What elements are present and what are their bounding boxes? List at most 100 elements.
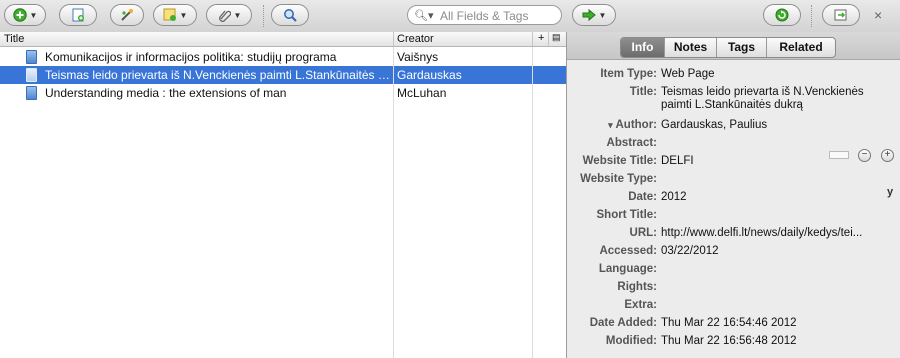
field-label: Title:: [629, 86, 657, 98]
sync-icon: [775, 8, 789, 22]
field-url: URL: http://www.delfi.lt/news/daily/kedy…: [567, 224, 900, 242]
field-value[interactable]: 2012: [661, 191, 687, 203]
document-icon: [26, 50, 37, 64]
row-creator: Vaišnys: [397, 50, 439, 64]
column-gridline: [532, 47, 533, 358]
toolbar-separator: [263, 5, 265, 27]
new-note-button[interactable]: ▼: [153, 4, 197, 26]
table-row[interactable]: Komunikacijos ir informacijos politika: …: [0, 48, 566, 66]
search-field[interactable]: 🔍︎▾: [407, 5, 562, 25]
item-info-pane: Info Notes Tags Related Item Type: Web P…: [566, 32, 900, 358]
field-date-added: Date Added: Thu Mar 22 16:54:46 2012: [567, 314, 900, 332]
add-by-identifier-button[interactable]: [110, 4, 144, 26]
author-label: Author:: [615, 119, 657, 131]
field-value: Thu Mar 22 16:56:48 2012: [661, 335, 797, 347]
chevron-down-icon[interactable]: ▾: [608, 120, 613, 130]
field-website-type: Website Type:: [567, 170, 900, 188]
chevron-down-icon: ▼: [233, 10, 242, 20]
tab-group: Info Notes Tags Related: [620, 37, 836, 58]
field-website-title: Website Title: DELFI: [567, 152, 900, 170]
field-date: Date: 2012: [567, 188, 900, 206]
field-label: Short Title:: [596, 209, 657, 221]
column-divider: [548, 32, 549, 46]
items-column-header: Title Creator + ▤: [0, 32, 566, 47]
row-title: Komunikacijos ir informacijos politika: …: [45, 50, 337, 64]
tab-info[interactable]: Info: [621, 38, 665, 57]
column-title[interactable]: Title: [4, 33, 24, 45]
field-label: Item Type:: [600, 68, 657, 80]
green-arrow-icon: [582, 8, 596, 22]
field-language: Language:: [567, 260, 900, 278]
field-label: Date:: [628, 191, 657, 203]
search-input[interactable]: [438, 8, 562, 24]
items-pane: Title Creator + ▤ Komunikacijos ir infor…: [0, 32, 566, 358]
field-label: Language:: [598, 263, 657, 275]
tab-tags[interactable]: Tags: [717, 38, 767, 57]
column-divider: [393, 32, 394, 46]
field-label: Website Title:: [582, 155, 657, 167]
field-modified: Modified: Thu Mar 22 16:56:48 2012: [567, 332, 900, 350]
add-column-button[interactable]: +: [538, 32, 544, 44]
field-value[interactable]: http://www.delfi.lt/news/daily/kedys/tei…: [661, 227, 862, 239]
row-creator: McLuhan: [397, 86, 447, 100]
close-pane-button[interactable]: ×: [874, 7, 882, 23]
field-label[interactable]: ▾ Author:: [608, 119, 657, 131]
new-item-button[interactable]: [59, 4, 97, 26]
field-value: Thu Mar 22 16:54:46 2012: [661, 317, 797, 329]
sync-button[interactable]: [763, 4, 801, 26]
date-format-indicator: y: [887, 186, 894, 198]
toolbar: ▼ ▼ ▼ 🔍︎▾ ▼: [0, 0, 900, 33]
field-accessed: Accessed: 03/22/2012: [567, 242, 900, 260]
field-value[interactable]: 03/22/2012: [661, 245, 719, 257]
field-label: Extra:: [624, 299, 657, 311]
attach-button[interactable]: ▼: [206, 4, 252, 26]
field-label: Modified:: [605, 335, 657, 347]
column-creator[interactable]: Creator: [397, 33, 434, 45]
field-short-title: Short Title:: [567, 206, 900, 224]
field-label: Date Added:: [589, 317, 657, 329]
field-label: Website Type:: [580, 173, 657, 185]
tab-related[interactable]: Related: [767, 38, 835, 57]
chevron-down-icon: ▼: [29, 10, 38, 20]
row-creator: Gardauskas: [397, 68, 462, 82]
field-item-type: Item Type: Web Page: [567, 65, 900, 83]
tab-notes[interactable]: Notes: [665, 38, 717, 57]
paperclip-icon: [217, 8, 231, 22]
search-icon[interactable]: 🔍︎▾: [414, 9, 434, 22]
row-title: Teismas leido prievarta iš N.Venckienės …: [45, 68, 390, 82]
chevron-down-icon: ▼: [598, 10, 607, 20]
new-item-page-icon: [71, 8, 85, 22]
field-extra: Extra:: [567, 296, 900, 314]
go-button[interactable]: ▼: [572, 4, 616, 26]
field-value[interactable]: Teismas leido prievarta iš N.Venckienės …: [661, 86, 891, 112]
webpage-icon: [26, 68, 37, 82]
field-value[interactable]: DELFI: [661, 155, 694, 167]
field-title: Title: Teismas leido prievarta iš N.Venc…: [567, 83, 900, 115]
field-value[interactable]: Gardauskas, Paulius: [661, 119, 767, 131]
field-label: Abstract:: [606, 137, 657, 149]
table-row[interactable]: Understanding media : the extensions of …: [0, 84, 566, 102]
note-icon: [163, 8, 177, 22]
fullscreen-button[interactable]: [822, 4, 860, 26]
chevron-down-icon: ▼: [179, 10, 188, 20]
field-label: Accessed:: [599, 245, 657, 257]
field-rights: Rights:: [567, 278, 900, 296]
column-gridline: [393, 47, 394, 358]
field-label: Rights:: [617, 281, 657, 293]
column-picker-icon[interactable]: ▤: [552, 32, 561, 43]
magnifier-icon: [283, 8, 297, 22]
fullscreen-icon: [834, 8, 848, 22]
field-value[interactable]: Web Page: [661, 68, 715, 80]
field-label[interactable]: URL:: [630, 227, 657, 239]
add-circle-icon: [12, 8, 27, 22]
locate-button[interactable]: [271, 4, 309, 26]
table-row-selected[interactable]: Teismas leido prievarta iš N.Venckienės …: [0, 66, 566, 84]
column-divider: [532, 32, 533, 46]
toolbar-separator: [811, 5, 813, 27]
tab-strip: Info Notes Tags Related: [567, 32, 900, 60]
row-title: Understanding media : the extensions of …: [45, 86, 287, 100]
wand-icon: [120, 8, 134, 22]
new-collection-button[interactable]: ▼: [4, 4, 46, 26]
field-author: ▾ Author: Gardauskas, Paulius: [567, 116, 900, 134]
book-icon: [26, 86, 37, 100]
